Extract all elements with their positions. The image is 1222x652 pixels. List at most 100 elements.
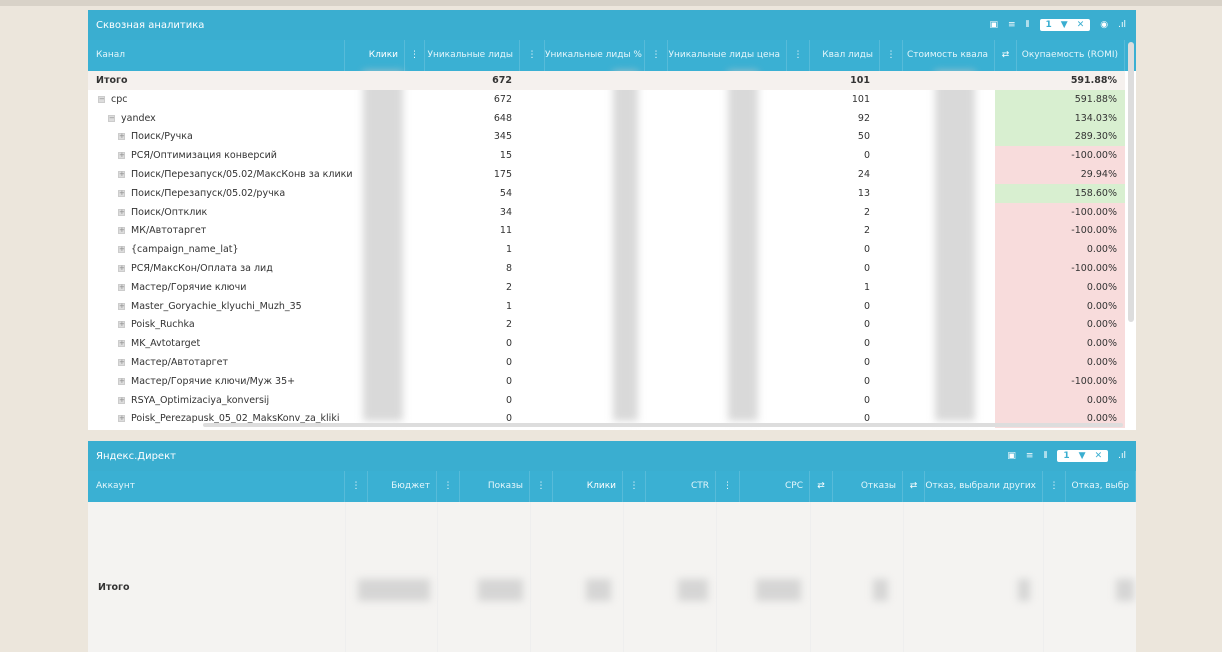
chart-icon[interactable]: .ıl	[1118, 20, 1126, 30]
column-settings-icon[interactable]: ⇄	[810, 471, 833, 502]
romi-cell: 0.00%	[995, 240, 1125, 260]
expand-toggle-icon[interactable]: +	[118, 302, 125, 310]
column-menu-icon[interactable]: ⋮	[1043, 471, 1066, 502]
column-header[interactable]: Отказ, выбр	[1066, 471, 1136, 502]
column-menu-icon[interactable]: ⋮	[405, 40, 425, 71]
table-row[interactable]: − yandex 648 92 134.03%	[88, 108, 1125, 128]
expand-toggle-icon[interactable]: +	[118, 359, 125, 366]
table-row[interactable]: + РСЯ/МаксКон/Оплата за лид 8 0 -100.00%	[88, 259, 1125, 278]
column-menu-icon[interactable]: ⋮	[520, 40, 545, 71]
column-menu-icon[interactable]: ⋮	[787, 40, 810, 71]
table-row[interactable]: + Мастер/Горячие ключи 2 1 0.00%	[88, 277, 1125, 297]
expand-toggle-icon[interactable]: +	[118, 415, 125, 423]
column-menu-icon[interactable]: ⋮	[716, 471, 740, 502]
filter-badge[interactable]: 1 ▼ ✕	[1039, 19, 1091, 31]
expand-toggle-icon[interactable]: +	[118, 171, 125, 178]
expand-toggle-icon[interactable]: +	[118, 321, 125, 329]
qual-leads-cell: 101	[851, 93, 870, 105]
filter-count: 1	[1063, 451, 1070, 461]
column-header[interactable]: Аккаунт	[88, 471, 345, 502]
table-row[interactable]: + Поиск/Ручка 345 50 289.30%	[88, 127, 1125, 147]
clear-filter-icon[interactable]: ✕	[1077, 20, 1085, 30]
column-divider	[903, 502, 904, 652]
table-row[interactable]: + Мастер/Горячие ключи/Муж 35+ 0 0 -100.00%	[88, 371, 1125, 391]
expand-toggle-icon[interactable]: +	[118, 208, 125, 216]
table-row[interactable]: + Поиск/Оптклик 34 2 -100.00%	[88, 202, 1125, 222]
eye-icon[interactable]: ◉	[1100, 20, 1108, 30]
total-label: Итого	[98, 582, 130, 593]
expand-toggle-icon[interactable]: +	[118, 227, 125, 235]
table-row[interactable]: + Master_Goryachie_klyuchi_Muzh_35 1 0 0.00%	[88, 296, 1125, 316]
column-menu-icon[interactable]: ⋮	[437, 471, 460, 502]
table-row[interactable]: + MK_Avtotarget 0 0 0.00%	[88, 334, 1125, 354]
expand-toggle-icon[interactable]: −	[98, 95, 105, 103]
column-header[interactable]: Окупаемость (ROMI)	[1017, 40, 1125, 71]
column-header[interactable]: Уникальные лиды %	[545, 40, 645, 71]
channel-cell: + РСЯ/Оптимизация конверсий	[118, 146, 368, 165]
table-row[interactable]: + МК/Автотаргет 11 2 -100.00%	[88, 221, 1125, 241]
expand-toggle-icon[interactable]: +	[118, 377, 125, 385]
table-row[interactable]: + {campaign_name_lat} 1 0 0.00%	[88, 240, 1125, 260]
column-header[interactable]: Клики	[345, 40, 405, 71]
expand-toggle-icon[interactable]: +	[118, 246, 125, 254]
column-header[interactable]: Стоимость квала	[903, 40, 995, 71]
vertical-scrollbar[interactable]	[1128, 42, 1134, 322]
column-menu-icon[interactable]: ⋮	[530, 471, 553, 502]
unique-leads-cell: 2	[505, 319, 512, 331]
columns-icon[interactable]: ⦀	[1043, 451, 1047, 461]
column-header[interactable]: CPC	[740, 471, 810, 502]
romi-cell: -100.00%	[995, 371, 1125, 391]
table-row[interactable]: + Мастер/Автотаргет 0 0 0.00%	[88, 353, 1125, 372]
qual-leads-cell: 0	[863, 244, 870, 256]
chart-icon[interactable]: .ıl	[1118, 451, 1126, 461]
channel-cell: + РСЯ/МаксКон/Оплата за лид	[118, 259, 368, 278]
expand-toggle-icon[interactable]: +	[118, 265, 125, 272]
column-settings-icon[interactable]: ⇄	[995, 40, 1017, 71]
column-menu-icon[interactable]: ⋮	[645, 40, 668, 71]
sort-icon[interactable]: ≡	[1026, 451, 1034, 461]
column-header[interactable]: Уникальные лиды	[425, 40, 520, 71]
expand-toggle-icon[interactable]: −	[108, 114, 115, 122]
table-row[interactable]: + Поиск/Перезапуск/05.02/ручка 54 13 158.60%	[88, 183, 1125, 203]
column-header[interactable]: Канал	[88, 40, 345, 71]
romi-cell: -100.00%	[995, 259, 1125, 278]
unique-leads-cell: 1	[505, 244, 512, 256]
expand-toggle-icon[interactable]: +	[118, 283, 125, 291]
table-row[interactable]: + Poisk_Ruchka 2 0 0.00%	[88, 315, 1125, 335]
table-row[interactable]: + РСЯ/Оптимизация конверсий 15 0 -100.00%	[88, 146, 1125, 166]
column-header[interactable]: Отказы	[833, 471, 903, 502]
expand-toggle-icon[interactable]: +	[118, 340, 125, 348]
table-row[interactable]: + Поиск/Перезапуск/05.02/МаксКонв за клик…	[88, 165, 1125, 184]
column-menu-icon[interactable]: ⋮	[623, 471, 646, 502]
column-header[interactable]: Показы	[460, 471, 530, 502]
table-row[interactable]: − cpc 672 101 591.88%	[88, 89, 1125, 109]
expand-toggle-icon[interactable]: +	[118, 396, 125, 404]
export-icon[interactable]: ▣	[990, 20, 999, 30]
table-row[interactable]: + RSYA_Optimizaciya_konversij 0 0 0.00%	[88, 390, 1125, 410]
redacted-value	[873, 579, 888, 601]
channel-cell: − cpc	[98, 90, 348, 109]
expand-toggle-icon[interactable]: +	[118, 152, 125, 160]
column-header-row: Аккаунт ⋮ Бюджет ⋮ Показы ⋮ Клики ⋮ CTR ⋮ CPC ⇄ Отка…	[88, 471, 1136, 502]
end-to-end-analytics-panel: Сквозная аналитика ▣ ≡ ⦀ 1 ▼ ✕ ◉ .ıl Канал…	[88, 10, 1136, 430]
column-menu-icon[interactable]: ⋮	[345, 471, 368, 502]
column-header[interactable]: Уникальные лиды цена	[668, 40, 787, 71]
column-header[interactable]: Отказ, выбрали других	[925, 471, 1043, 502]
filter-badge[interactable]: 1 ▼ ✕	[1057, 450, 1109, 462]
column-header[interactable]: Клики	[553, 471, 623, 502]
horizontal-scrollbar[interactable]	[203, 423, 1123, 427]
export-icon[interactable]: ▣	[1007, 451, 1016, 461]
qual-leads-cell: 0	[863, 394, 870, 406]
column-menu-icon[interactable]: ⋮	[880, 40, 903, 71]
column-settings-icon[interactable]: ⇄	[903, 471, 925, 502]
expand-toggle-icon[interactable]: +	[118, 133, 125, 141]
expand-toggle-icon[interactable]: +	[118, 189, 125, 197]
unique-leads-cell: 15	[499, 150, 512, 162]
column-header[interactable]: Бюджет	[368, 471, 437, 502]
column-header[interactable]: Квал лиды	[810, 40, 880, 71]
sort-icon[interactable]: ≡	[1008, 20, 1016, 30]
column-header[interactable]: CTR	[646, 471, 716, 502]
table-row[interactable]: Итого 672 101 591.88%	[88, 71, 1125, 90]
clear-filter-icon[interactable]: ✕	[1095, 451, 1103, 461]
columns-icon[interactable]: ⦀	[1026, 20, 1030, 30]
